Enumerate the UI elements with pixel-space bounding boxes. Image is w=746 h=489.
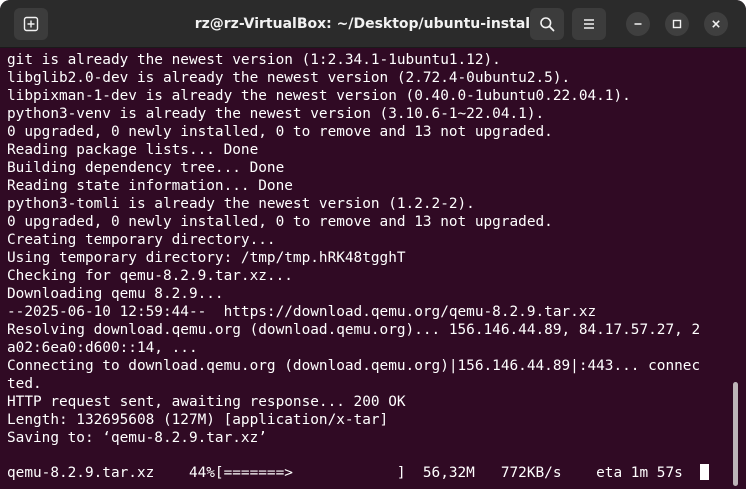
close-icon — [712, 20, 720, 28]
terminal-line: git is already the newest version (1:2.3… — [7, 52, 501, 68]
terminal-line: python3-venv is already the newest versi… — [7, 106, 545, 122]
terminal-cursor — [700, 464, 710, 480]
terminal-line: libglib2.0-dev is already the newest ver… — [7, 70, 571, 86]
terminal-line: --2025-06-10 12:59:44-- https://download… — [7, 304, 597, 320]
title-bar: rz@rz-VirtualBox: ~/Desktop/ubuntu-insta… — [0, 0, 746, 48]
minimize-button[interactable] — [626, 12, 650, 36]
terminal-window: rz@rz-VirtualBox: ~/Desktop/ubuntu-insta… — [0, 0, 746, 489]
terminal-line: ted. — [7, 376, 42, 392]
terminal-line: Reading package lists... Done — [7, 142, 259, 158]
new-tab-button[interactable] — [14, 8, 48, 40]
terminal-line: Building dependency tree... Done — [7, 160, 285, 176]
terminal-line: Connecting to download.qemu.org (downloa… — [7, 358, 701, 374]
terminal-line: python3-tomli is already the newest vers… — [7, 196, 475, 212]
close-button[interactable] — [704, 12, 728, 36]
maximize-icon — [672, 19, 682, 29]
terminal-line: Downloading qemu 8.2.9... — [7, 286, 224, 302]
terminal-line: Saving to: ‘qemu-8.2.9.tar.xz’ — [7, 430, 267, 446]
terminal-line: 0 upgraded, 0 newly installed, 0 to remo… — [7, 214, 553, 230]
terminal-line: Resolving download.qemu.org (download.qe… — [7, 322, 701, 338]
new-tab-icon — [23, 16, 39, 32]
download-progress-line: qemu-8.2.9.tar.xz 44%[=======> ] 56,32M … — [7, 464, 710, 482]
minimize-icon — [634, 23, 642, 25]
download-progress-text: qemu-8.2.9.tar.xz 44%[=======> ] 56,32M … — [7, 465, 701, 481]
maximize-button[interactable] — [665, 12, 689, 36]
terminal-line: Reading state information... Done — [7, 178, 293, 194]
terminal-line: Length: 132695608 (127M) [application/x-… — [7, 412, 389, 428]
terminal-line: Checking for qemu-8.2.9.tar.xz... — [7, 268, 293, 284]
search-icon — [540, 17, 555, 32]
menu-button[interactable] — [572, 8, 606, 40]
scrollbar-thumb[interactable] — [733, 382, 738, 486]
terminal-line: HTTP request sent, awaiting response... … — [7, 394, 406, 410]
terminal-line: Creating temporary directory... — [7, 232, 276, 248]
terminal-line: a02:6ea0:d600::14, ... — [7, 340, 198, 356]
terminal-output[interactable]: git is already the newest version (1:2.3… — [0, 48, 730, 489]
terminal-line: 0 upgraded, 0 newly installed, 0 to remo… — [7, 124, 553, 140]
terminal-line: libpixman-1-dev is already the newest ve… — [7, 88, 631, 104]
search-button[interactable] — [530, 8, 564, 40]
hamburger-menu-icon — [584, 19, 594, 29]
terminal-line: Using temporary directory: /tmp/tmp.hRK4… — [7, 250, 406, 266]
